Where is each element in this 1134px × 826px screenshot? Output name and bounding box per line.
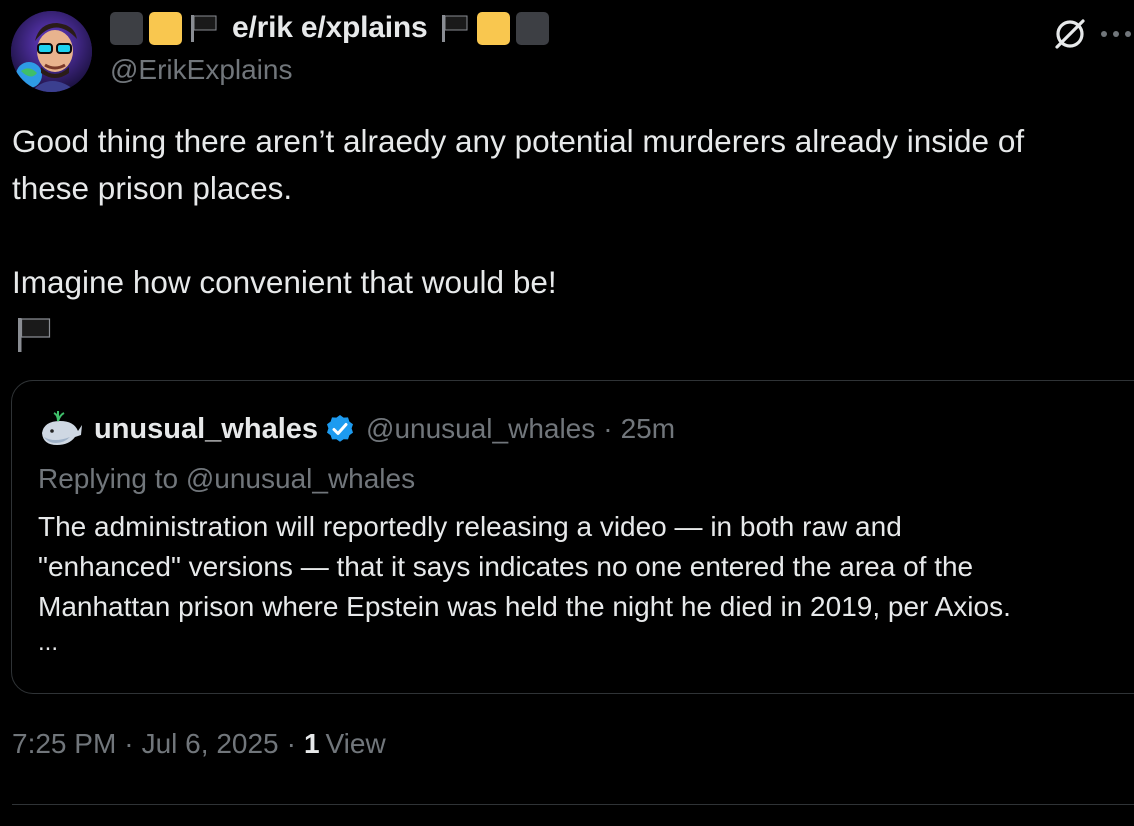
- quoted-author-handle[interactable]: @unusual_whales: [366, 413, 595, 445]
- separator-dot: ·: [603, 413, 613, 444]
- tweet-time[interactable]: 7:25 PM: [12, 728, 116, 760]
- quoted-tweet-time[interactable]: 25m: [621, 413, 675, 445]
- yellow-square-emoji: [149, 11, 182, 45]
- dark-square-emoji: [110, 11, 143, 45]
- truncation-ellipsis: ...: [38, 629, 59, 656]
- author-display-name[interactable]: e/rik e/xplains: [232, 11, 428, 45]
- tweet-date[interactable]: Jul 6, 2025: [142, 728, 279, 760]
- dark-square-emoji: [516, 11, 550, 45]
- black-flag-icon: [188, 12, 220, 44]
- quoted-author-name[interactable]: unusual_whales: [94, 413, 318, 446]
- divider: [12, 804, 1134, 805]
- tweet-line: Good thing there aren’t alraedy any pote…: [12, 123, 1025, 159]
- yellow-square-emoji: [477, 11, 511, 45]
- replying-to-label: Replying to @unusual_whales: [38, 463, 416, 494]
- tweet-line: Imagine how convenient that would be!: [12, 264, 557, 300]
- tweet-header: e/rik e/xplains @ErikExplains: [110, 10, 1134, 94]
- separator-dot: ·: [286, 728, 296, 759]
- verified-badge-icon[interactable]: [324, 413, 356, 445]
- grok-icon[interactable]: [1050, 14, 1090, 54]
- quoted-tweet-line: The administration will reportedly relea…: [38, 511, 902, 542]
- quoted-tweet-line: Manhattan prison where Epstein was held …: [38, 591, 1011, 622]
- views-label: View: [325, 728, 386, 759]
- views-count: 1: [303, 728, 320, 759]
- black-flag-icon: [14, 315, 54, 355]
- author-handle[interactable]: @ErikExplains: [110, 54, 292, 86]
- tweet-meta: 7:25 PM · Jul 6, 2025 · 1 View: [12, 728, 386, 760]
- black-flag-icon: [439, 12, 471, 44]
- whale-avatar-icon[interactable]: [38, 409, 84, 449]
- author-avatar[interactable]: [11, 11, 92, 92]
- tweet-text: Good thing there aren’t alraedy any pote…: [12, 118, 1134, 306]
- quoted-tweet-card[interactable]: unusual_whales @unusual_whales · 25m Rep…: [11, 380, 1134, 694]
- tweet-line: these prison places.: [12, 170, 293, 206]
- quoted-tweet-header: unusual_whales @unusual_whales · 25m: [38, 409, 675, 449]
- more-options-icon[interactable]: [1096, 14, 1134, 54]
- tweet-line-break: [12, 212, 1134, 259]
- separator-dot: ·: [124, 728, 134, 759]
- quoted-tweet-line: "enhanced" versions — that it says indic…: [38, 551, 974, 582]
- quoted-tweet-text: The administration will reportedly relea…: [38, 507, 1134, 627]
- author-name-row[interactable]: e/rik e/xplains: [110, 10, 550, 46]
